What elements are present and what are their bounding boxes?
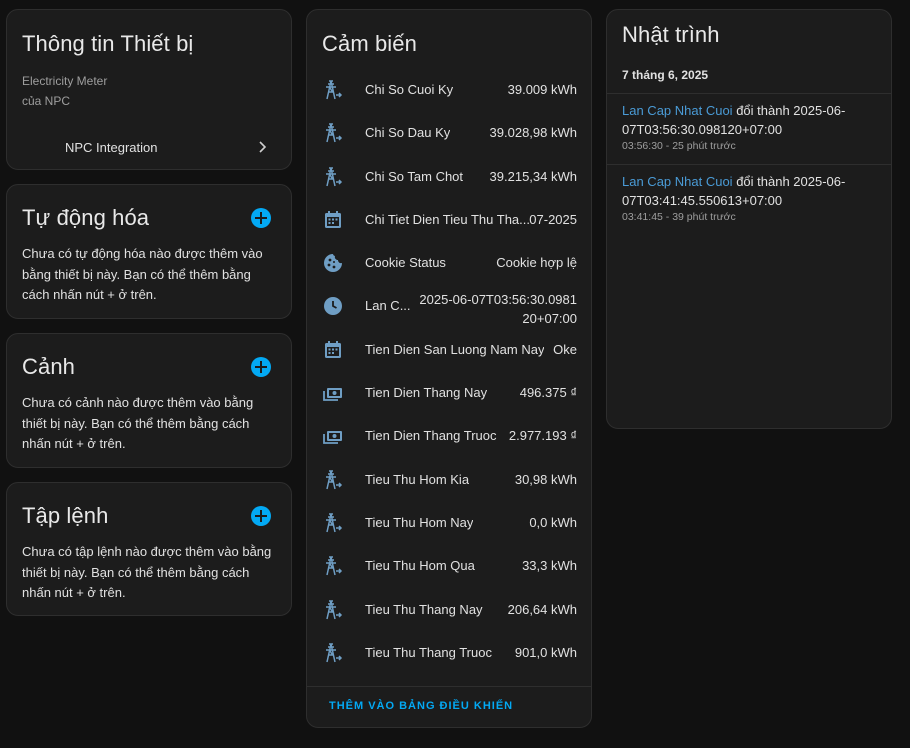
sensor-name: Tien Dien San Luong Nam Nay <box>365 341 545 357</box>
logbook-entity-link[interactable]: Lan Cap Nhat Cuoi <box>622 174 733 189</box>
sensor-row[interactable]: Tieu Thu Hom Kia 30,98 kWh <box>307 457 591 500</box>
sensor-value: 2.977.193 ₫ <box>508 428 577 444</box>
add-scene-button[interactable] <box>251 357 271 377</box>
sensor-name: Lan C... <box>365 298 411 314</box>
add-automation-button[interactable] <box>251 208 271 228</box>
sensor-name: Chi So Cuoi Ky <box>365 82 454 97</box>
script-card: Tập lệnh Chưa có tập lệnh nào được thêm … <box>6 482 292 616</box>
integration-label: NPC Integration <box>65 140 158 155</box>
automation-title: Tự động hóa <box>22 205 150 230</box>
logbook-date: 7 tháng 6, 2025 <box>622 68 709 82</box>
sensor-row[interactable]: Chi So Dau Ky 39.028,98 kWh <box>307 110 591 153</box>
device-manufacturer: của NPC <box>22 94 71 108</box>
add-script-button[interactable] <box>251 506 271 526</box>
sensor-name: Tieu Thu Hom Kia <box>365 471 470 487</box>
sensor-row[interactable]: Tieu Thu Hom Qua 33,3 kWh <box>307 543 591 586</box>
sensor-row[interactable]: Chi So Tam Chot 39.215,34 kWh <box>307 154 591 197</box>
sensor-row[interactable]: Tien Dien Thang Truoc 2.977.193 ₫ <box>307 413 591 456</box>
sensor-name: Chi So Dau Ky <box>365 125 451 141</box>
sensor-value: 07-2025 <box>529 211 577 227</box>
add-to-dashboard-button[interactable]: THÊM VÀO BẢNG ĐIỀU KHIỂN <box>329 700 513 712</box>
scene-card: Cảnh Chưa có cảnh nào được thêm vào bằng… <box>6 333 292 468</box>
sensor-row[interactable]: Chi So Cuoi Ky 39.009 kWh <box>307 67 591 110</box>
script-description: Chưa có tập lệnh nào được thêm vào bằng … <box>22 544 272 600</box>
sensor-value: 39.215,34 kWh <box>489 168 577 184</box>
sensor-name: Chi Tiet Dien Tieu Thu Tha... <box>365 211 530 227</box>
transmission-tower-icon <box>326 123 343 143</box>
sensor-name: Tien Dien Thang Truoc <box>365 428 497 444</box>
logbook-entry-text: Lan Cap Nhat Cuoi đổi thành 2025-06-07T0… <box>622 101 852 139</box>
sensor-list: Chi So Cuoi Ky 39.009 kWh Chi So Dau Ky 39.… <box>307 67 591 673</box>
scene-title: Cảnh <box>22 354 75 379</box>
logbook-entry: Lan Cap Nhat Cuoi đổi thành 2025-06-07T0… <box>607 164 891 235</box>
logbook-time: 03:56:30 - 25 phút trước <box>622 140 736 152</box>
clock-icon <box>324 297 342 316</box>
automation-description: Chưa có tự động hóa nào được thêm vào bằ… <box>22 246 263 302</box>
sensor-name: Tieu Thu Thang Nay <box>365 601 483 617</box>
sensor-name: Cookie Status <box>365 255 446 271</box>
sensor-row[interactable]: Chi Tiet Dien Tieu Thu Tha... 07-2025 <box>307 197 591 240</box>
device-info-card: Thông tin Thiết bị Electricity Meter của… <box>6 9 292 170</box>
calendar-icon <box>325 340 341 358</box>
sensor-value: 39.028,98 kWh <box>489 125 577 141</box>
sensor-value: 206,64 kWh <box>507 601 577 617</box>
sensor-name: Tieu Thu Hom Nay <box>365 514 474 530</box>
sensor-value: 0,0 kWh <box>529 514 577 530</box>
logbook-entry-text: Lan Cap Nhat Cuoi đổi thành 2025-06-07T0… <box>622 172 852 210</box>
sensor-row[interactable]: Tien Dien Thang Nay 496.375 ₫ <box>307 370 591 413</box>
sensors-card: Cảm biến Chi So Cuoi Ky 39.009 kWh Chi So … <box>306 9 592 728</box>
sensor-name: Tieu Thu Thang Truoc <box>365 644 492 660</box>
sensor-value: 2025-06-07T03:56:30.098120+07:00 <box>419 292 577 327</box>
sensor-name: Chi So Tam Chot <box>365 168 464 184</box>
device-model: Electricity Meter <box>22 74 108 88</box>
automation-card: Tự động hóa Chưa có tự động hóa nào được… <box>6 184 292 319</box>
sensor-row[interactable]: Tien Dien San Luong Nam Nay Oke <box>307 327 591 370</box>
cash-icon <box>323 388 342 401</box>
sensor-value: 30,98 kWh <box>514 471 577 487</box>
sensors-footer: THÊM VÀO BẢNG ĐIỀU KHIỂN <box>307 686 591 728</box>
script-title: Tập lệnh <box>22 503 109 528</box>
transmission-tower-icon <box>326 599 343 619</box>
logbook-entity-link[interactable]: Lan Cap Nhat Cuoi <box>622 103 733 118</box>
sensor-value: 901,0 kWh <box>514 644 577 660</box>
sensor-value: 39.009 kWh <box>507 82 577 97</box>
scene-description: Chưa có cảnh nào được thêm vào bằng thiế… <box>22 395 254 451</box>
cookie-icon <box>324 254 342 273</box>
logbook-time: 03:41:45 - 39 phút trước <box>622 211 736 223</box>
sensor-value: 33,3 kWh <box>522 558 577 574</box>
sensor-row[interactable]: Tieu Thu Hom Nay 0,0 kWh <box>307 500 591 543</box>
sensor-value: Cookie hợp lệ <box>496 255 577 271</box>
sensor-value: 496.375 ₫ <box>519 385 577 401</box>
cash-icon <box>323 431 342 445</box>
sensors-title: Cảm biến <box>322 31 417 56</box>
device-info-title: Thông tin Thiết bị <box>22 31 194 56</box>
sensor-row[interactable]: Lan C... 2025-06-07T03:56:30.098120+07:00 <box>307 283 591 326</box>
transmission-tower-icon <box>326 469 343 489</box>
integration-link[interactable]: NPC Integration <box>7 132 291 162</box>
transmission-tower-icon <box>326 556 343 576</box>
sensor-row[interactable]: Tieu Thu Thang Nay 206,64 kWh <box>307 587 591 630</box>
sensor-name: Tieu Thu Hom Qua <box>365 558 475 574</box>
calendar-icon <box>325 210 341 228</box>
sensor-row[interactable]: Tieu Thu Thang Truoc 901,0 kWh <box>307 630 591 673</box>
sensor-row[interactable]: Cookie Status Cookie hợp lệ <box>307 240 591 283</box>
transmission-tower-icon <box>326 166 343 186</box>
transmission-tower-icon <box>326 643 343 663</box>
chevron-right-icon <box>259 141 267 153</box>
logbook-card: Nhật trình 7 tháng 6, 2025 Lan Cap Nhat … <box>606 9 892 429</box>
sensor-value: Oke <box>553 341 577 357</box>
transmission-tower-icon <box>326 80 343 100</box>
logbook-entry: Lan Cap Nhat Cuoi đổi thành 2025-06-07T0… <box>607 93 891 164</box>
logbook-title: Nhật trình <box>622 22 720 47</box>
sensor-name: Tien Dien Thang Nay <box>365 385 488 401</box>
transmission-tower-icon <box>326 513 343 533</box>
